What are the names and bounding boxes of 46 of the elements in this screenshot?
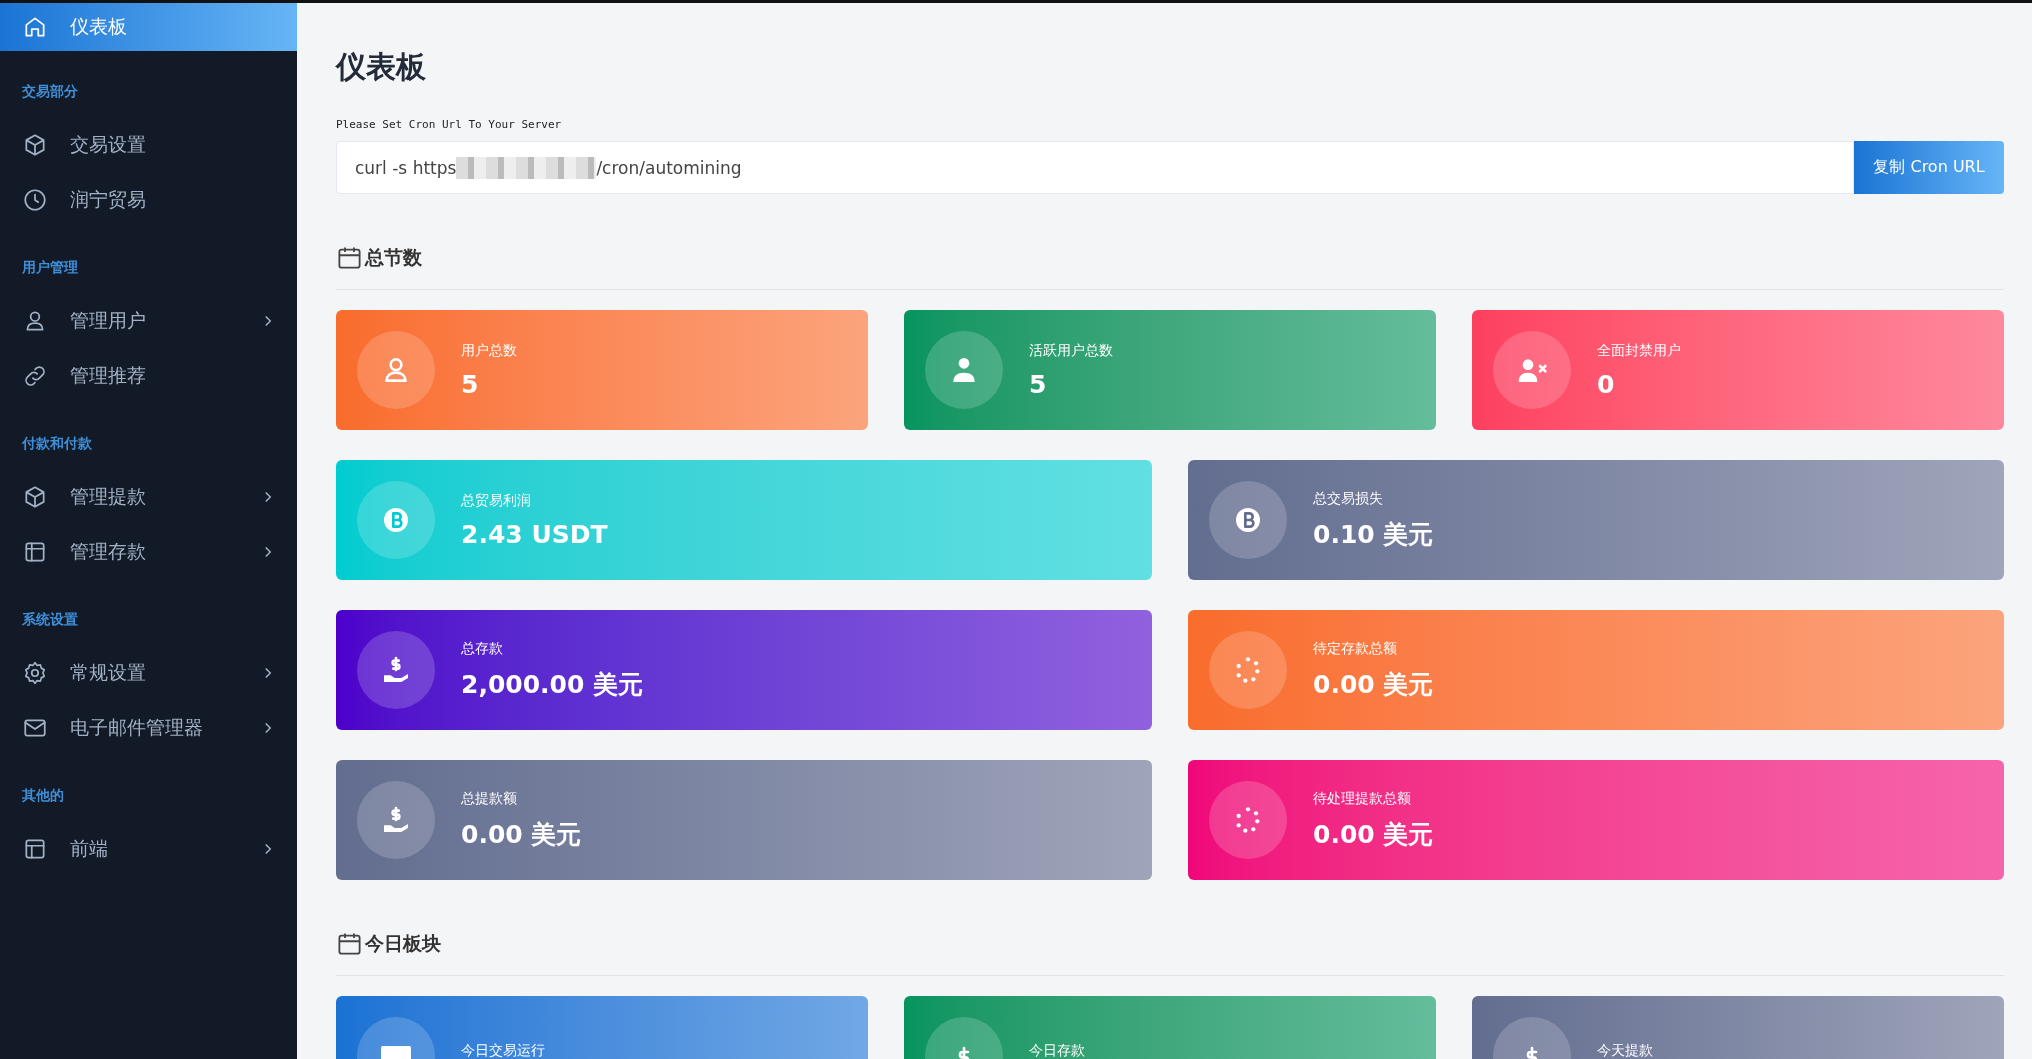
sidebar-item[interactable]: 管理提款 [0,469,297,524]
stat-value: 0 [1597,369,1616,399]
stat-value: 0.00 美元 [1313,818,1434,851]
stat-label: 总存款 [461,639,504,658]
stat-label: 用户总数 [461,341,517,360]
sidebar-item[interactable]: 前端 [0,821,297,876]
stat-label: 全面封禁用户 [1597,341,1681,360]
stat-value: 2.43 USDT [461,519,608,549]
sidebar-section-title: 用户管理 [21,258,79,277]
stat-value: 5 [1029,369,1048,399]
sidebar-item[interactable]: 管理存款 [0,524,297,579]
stat-value: 0.10 美元 [1313,518,1434,551]
settings-icon [22,659,48,686]
sidebar-item[interactable]: 仪表板 [0,3,297,51]
section-title: 今日板块 [365,930,441,956]
clock-icon [22,186,48,213]
calendar-icon [336,930,363,957]
stat-value: 2,000.00 美元 [461,668,644,701]
sidebar-section-title: 付款和付款 [21,434,93,453]
copy-button[interactable]: 复制 Cron URL [1854,141,2004,194]
sidebar-item[interactable]: 管理用户 [0,293,297,348]
sidebar-section-title: 其他的 [21,786,65,805]
sidebar-item[interactable]: 电子邮件管理器 [0,700,297,755]
stat-label: 待处理提款总额 [1313,789,1412,808]
sidebar-item[interactable]: 润宁贸易 [0,172,297,227]
page-title: 仪表板 [336,48,427,86]
section-title: 总节数 [365,244,422,270]
sidebar-section-title: 系统设置 [21,610,79,629]
sidebar-item[interactable]: 管理推荐 [0,348,297,403]
stat-value: 5 [461,369,480,399]
stat-value: 0.00 美元 [1313,668,1434,701]
cron-hint: Please Set Cron Url To Your Server [336,118,563,131]
stat-label: 活跃用户总数 [1029,341,1113,360]
sidebar-item[interactable]: 常规设置 [0,645,297,700]
stat-label: 待定存款总额 [1313,639,1398,658]
cron-url-field[interactable]: curl -s https /cron/automining [336,141,1854,194]
stat-value: 0.00 美元 [461,818,582,851]
sidebar-section-title: 交易部分 [21,82,79,101]
calendar-icon [336,244,363,271]
sidebar-item[interactable]: 交易设置 [0,117,297,172]
stat-label: 总贸易利润 [461,491,532,510]
stat-label: 今天提款 [1597,1042,1653,1059]
stat-label: 总提款额 [461,789,518,808]
stat-label: 今日存款 [1029,1042,1085,1059]
stat-label: 总交易损失 [1313,489,1384,508]
stat-label: 今日交易运行 [461,1042,545,1059]
